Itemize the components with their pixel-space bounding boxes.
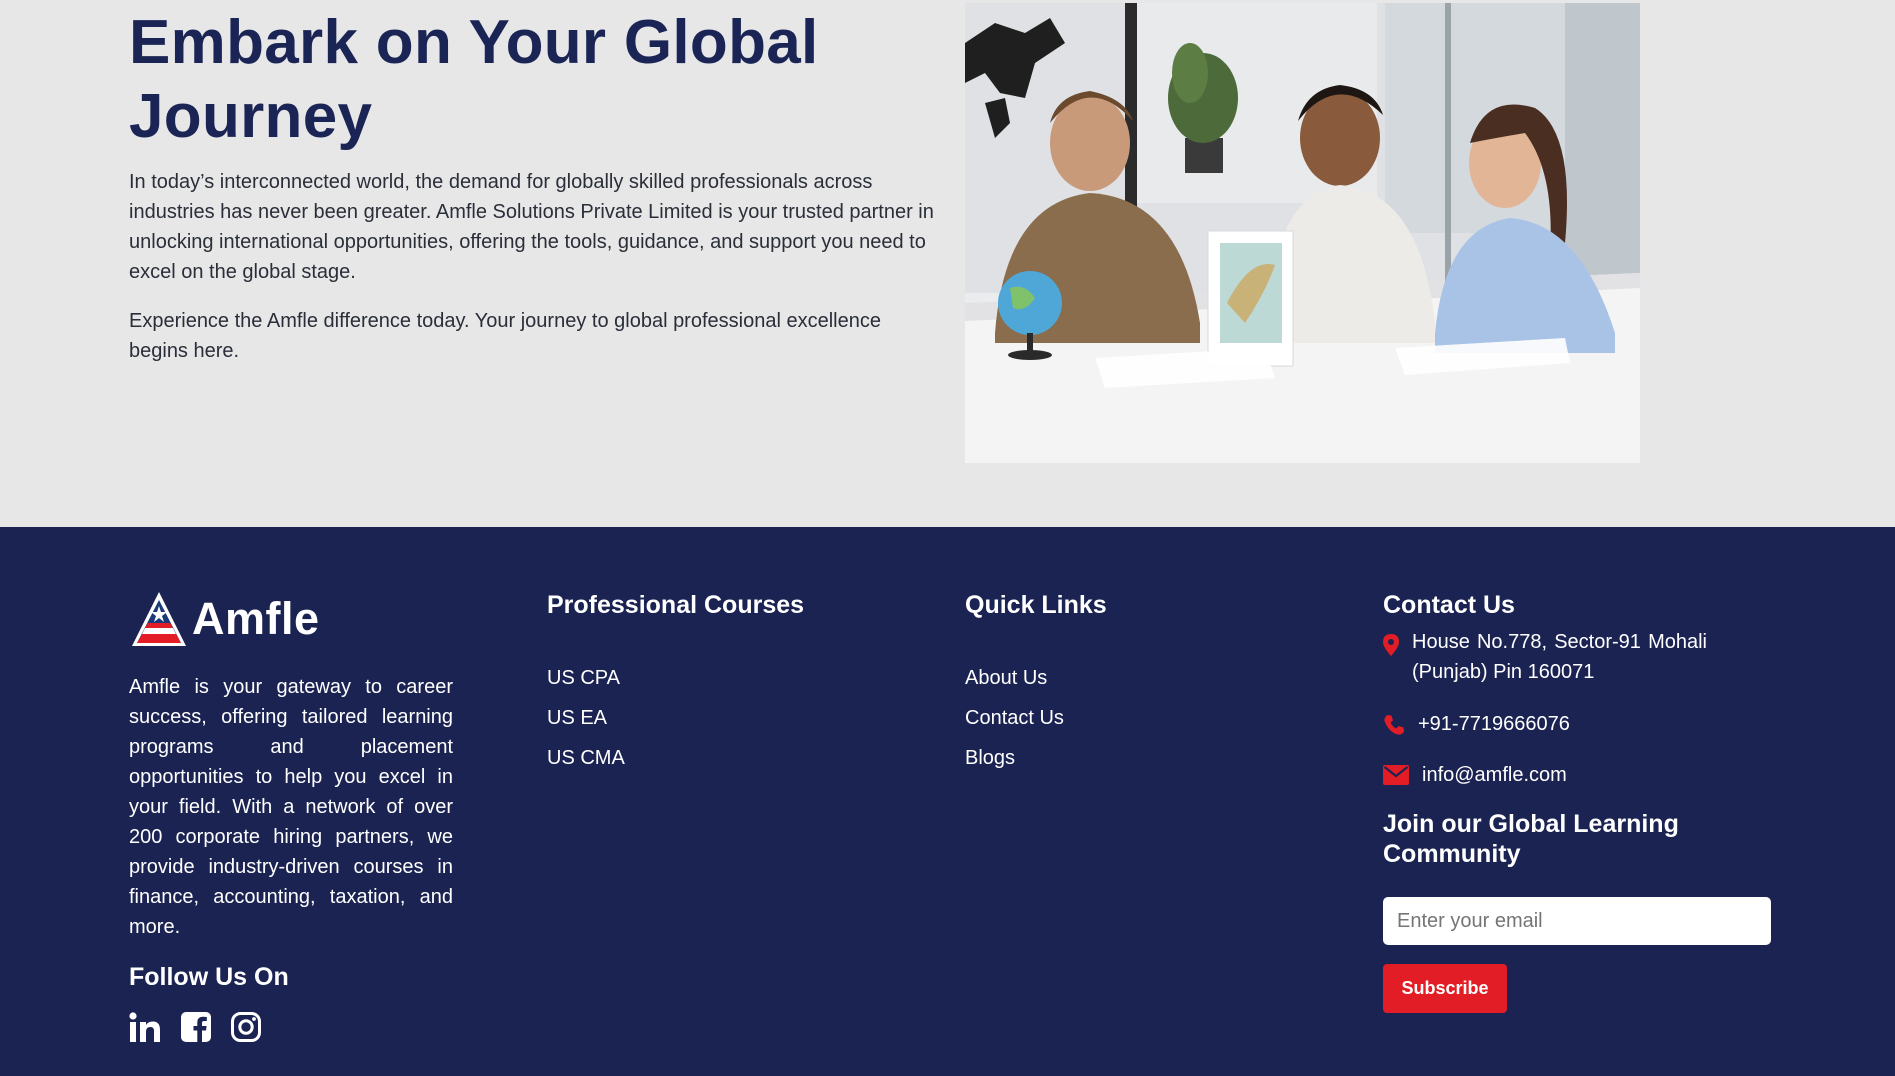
instagram-icon [231, 1012, 261, 1042]
facebook-icon [181, 1012, 211, 1042]
phone-icon [1384, 715, 1404, 735]
newsletter-email-input[interactable] [1383, 897, 1771, 945]
map-pin-icon [1383, 634, 1399, 656]
subscribe-button[interactable]: Subscribe [1383, 964, 1507, 1013]
professional-courses-heading: Professional Courses [547, 591, 805, 619]
linkedin-icon [129, 1012, 160, 1042]
follow-us-heading: Follow Us On [129, 963, 289, 991]
site-footer: Amfle Amfle is your gateway to career su… [0, 527, 1895, 1076]
hero-paragraph-intro: In today’s interconnected world, the dem… [129, 171, 934, 283]
contact-address: House No.778, Sector-91 Mohali (Punjab) … [1412, 631, 1707, 683]
newsletter-heading: Join our Global Learning Community [1383, 810, 1679, 868]
contact-us-heading: Contact Us [1383, 591, 1515, 619]
quick-link-contact-us[interactable]: Contact Us [965, 705, 1064, 731]
facebook-link[interactable] [180, 1011, 214, 1045]
brand-description: Amfle is your gateway to career success,… [129, 676, 453, 938]
course-link-us-ea[interactable]: US EA [547, 705, 607, 731]
amfle-logo[interactable]: Amfle [129, 590, 339, 650]
course-link-us-cma[interactable]: US CMA [547, 745, 625, 771]
hero-photo-team-meeting [965, 3, 1640, 463]
envelope-icon [1383, 765, 1409, 785]
quick-link-about-us[interactable]: About Us [965, 665, 1047, 691]
course-link-us-cpa[interactable]: US CPA [547, 665, 620, 691]
brand-name: Amfle [192, 593, 320, 644]
contact-phone-link[interactable]: +91-7719666076 [1418, 709, 1570, 739]
team-meeting-illustration [965, 3, 1640, 463]
linkedin-link[interactable] [129, 1011, 163, 1045]
hero-paragraph-cta: Experience the Amfle difference today. Y… [129, 310, 881, 362]
quick-link-blogs[interactable]: Blogs [965, 745, 1015, 771]
contact-email-link[interactable]: info@amfle.com [1422, 760, 1567, 790]
quick-links-heading: Quick Links [965, 591, 1107, 619]
hero-section: Embark on Your Global Journey In today’s… [0, 0, 1895, 527]
instagram-link[interactable] [230, 1011, 264, 1045]
hero-title: Embark on Your Global Journey [129, 8, 819, 151]
amfle-logo-icon [132, 592, 186, 646]
